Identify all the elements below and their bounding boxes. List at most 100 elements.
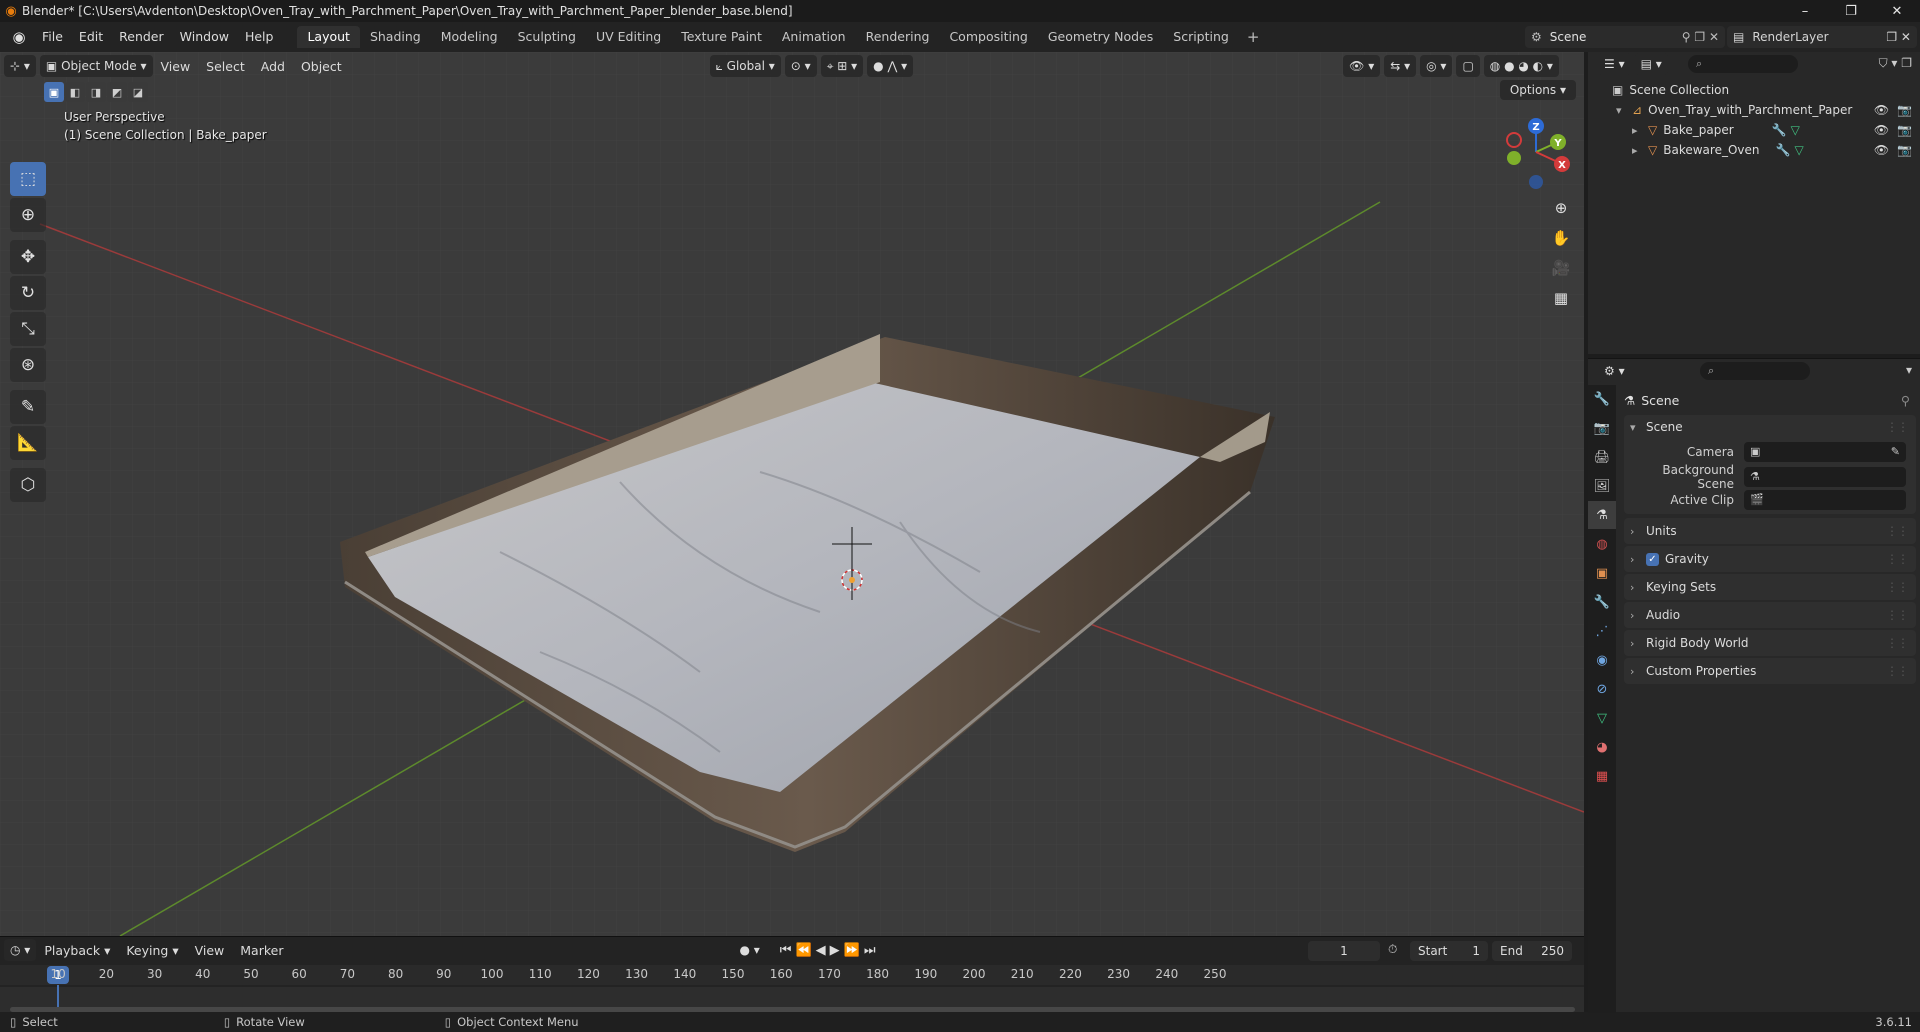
world-tab-icon[interactable]: ◍	[1588, 530, 1616, 558]
frame-ruler[interactable]: 1 10 20 30 40 50 60 70 80 90 100 110 120 130 140 150 16…	[0, 965, 1584, 985]
select-difference-button[interactable]: ◩	[107, 82, 127, 102]
pin-icon[interactable]: ⚲ ❐ ✕	[1682, 30, 1719, 44]
menu-help[interactable]: Help	[237, 22, 282, 52]
timeline-editor-type-button[interactable]: ◷ ▾	[4, 939, 37, 961]
outliner-search-input[interactable]: ⌕	[1688, 55, 1798, 73]
annotate-tool[interactable]: ✎	[10, 390, 46, 424]
menu-add[interactable]: Add	[253, 59, 293, 74]
3d-viewport[interactable]: ⊹ ▾ ▣ Object Mode ▾ View Select Add Obje…	[0, 52, 1584, 936]
scene-tab-icon[interactable]: ⚗	[1588, 501, 1616, 529]
select-intersect-button[interactable]: ◪	[128, 82, 148, 102]
menu-window[interactable]: Window	[172, 22, 237, 52]
drag-handle-icon[interactable]: ⋮⋮	[1886, 636, 1909, 650]
add-cube-tool[interactable]: ⬡	[10, 468, 46, 502]
blender-logo-icon[interactable]: ◉	[4, 22, 34, 52]
pan-hand-icon[interactable]: ✋	[1547, 224, 1575, 252]
measure-tool[interactable]: 📐	[10, 426, 46, 460]
start-frame-field[interactable]: Start 1	[1410, 941, 1488, 961]
drag-handle-icon[interactable]: ⋮⋮	[1886, 664, 1909, 678]
active-clip-field[interactable]: 🎬	[1744, 489, 1906, 510]
audio-panel[interactable]: › Audio ⋮⋮	[1624, 602, 1916, 628]
tab-sculpting[interactable]: Sculpting	[508, 26, 586, 48]
close-button[interactable]: ✕	[1874, 0, 1920, 22]
current-frame-field[interactable]: 1	[1308, 941, 1380, 961]
constraints-tab-icon[interactable]: ⊘	[1588, 675, 1616, 703]
xray-toggle[interactable]: ▢	[1456, 55, 1480, 77]
eyedropper-icon[interactable]: ✎	[1891, 445, 1900, 458]
outliner-object-row[interactable]: ▸ ▽ Bakeware_Oven 🔧 ▽ 👁 📷	[1588, 140, 1920, 160]
visibility-selector[interactable]: 👁 ▾	[1343, 55, 1381, 77]
outliner-object-row[interactable]: ▸ ▽ Bake_paper 🔧 ▽ 👁 📷	[1588, 120, 1920, 140]
drag-handle-icon[interactable]: ⋮⋮	[1886, 552, 1909, 566]
camera-view-icon[interactable]: 🎥	[1547, 254, 1575, 282]
display-mode-button[interactable]: ▤ ▾	[1634, 53, 1668, 75]
units-panel[interactable]: › Units ⋮⋮	[1624, 518, 1916, 544]
zoom-icon[interactable]: ⊕	[1547, 194, 1575, 222]
pin-icon[interactable]: ⚲	[1901, 393, 1910, 408]
options-button[interactable]: Options ▾	[1499, 80, 1576, 100]
rotate-tool[interactable]: ↻	[10, 276, 46, 310]
menu-file[interactable]: File	[34, 22, 71, 52]
outliner-scene-collection[interactable]: ▣ Scene Collection	[1588, 80, 1920, 100]
view-layer-tab-icon[interactable]: 🖼	[1588, 472, 1616, 500]
menu-playback[interactable]: Playback ▾	[36, 943, 118, 958]
gizmo-neg-y-axis[interactable]	[1507, 151, 1521, 165]
tab-uv-editing[interactable]: UV Editing	[586, 26, 671, 48]
layer-actions-icon[interactable]: ❐ ✕	[1886, 30, 1911, 44]
end-frame-field[interactable]: End 250	[1492, 941, 1572, 961]
transform-orientation-selector[interactable]: ⟀ Global ▾	[709, 55, 781, 77]
modifier-tab-icon[interactable]: 🔧	[1588, 588, 1616, 616]
editor-type-button[interactable]: ⊹ ▾	[4, 55, 36, 77]
menu-select[interactable]: Select	[198, 59, 253, 74]
properties-search-input[interactable]: ⌕	[1700, 362, 1810, 380]
rigid-body-world-panel[interactable]: › Rigid Body World ⋮⋮	[1624, 630, 1916, 656]
gravity-panel[interactable]: › ✓ Gravity ⋮⋮	[1624, 546, 1916, 572]
select-box-tool[interactable]: ⬚	[10, 162, 46, 196]
scene-selector[interactable]: ⚙ Scene ⚲ ❐ ✕	[1525, 26, 1725, 48]
menu-render[interactable]: Render	[111, 22, 172, 52]
mode-selector[interactable]: ▣ Object Mode ▾	[39, 55, 153, 77]
tab-modeling[interactable]: Modeling	[431, 26, 508, 48]
menu-object[interactable]: Object	[293, 59, 350, 74]
snap-toggle-button[interactable]: ⌖ ⊞ ▾	[820, 55, 864, 77]
properties-editor-type-button[interactable]: ⚙ ▾	[1598, 360, 1631, 382]
custom-properties-panel[interactable]: › Custom Properties ⋮⋮	[1624, 658, 1916, 684]
tab-rendering[interactable]: Rendering	[856, 26, 940, 48]
minimize-button[interactable]: –	[1782, 0, 1828, 22]
output-tab-icon[interactable]: 🖨	[1588, 443, 1616, 471]
transform-tool[interactable]: ⊛	[10, 348, 46, 382]
menu-marker[interactable]: Marker	[232, 943, 291, 958]
expand-chevron-icon[interactable]: ▸	[1632, 144, 1642, 157]
maximize-button[interactable]: ❐	[1828, 0, 1874, 22]
tab-scripting[interactable]: Scripting	[1163, 26, 1239, 48]
drag-handle-icon[interactable]: ⋮⋮	[1886, 580, 1909, 594]
menu-keying[interactable]: Keying ▾	[118, 943, 186, 958]
preview-range-icon[interactable]: ⏱	[1388, 942, 1397, 957]
add-workspace-button[interactable]: +	[1239, 28, 1268, 46]
shading-modes[interactable]: ◍ ● ◕ ◐ ▾	[1483, 55, 1559, 77]
collection-visibility[interactable]: 👁 📷	[1874, 103, 1912, 117]
tool-tab-icon[interactable]: 🔧	[1588, 385, 1616, 413]
timeline-track[interactable]	[0, 985, 1584, 1013]
gizmo-toggle[interactable]: ⇆ ▾	[1384, 55, 1417, 77]
object-visibility[interactable]: 👁 📷	[1874, 143, 1912, 157]
physics-tab-icon[interactable]: ◉	[1588, 646, 1616, 674]
particles-tab-icon[interactable]: ⋰	[1588, 617, 1616, 645]
keying-sets-panel[interactable]: › Keying Sets ⋮⋮	[1624, 574, 1916, 600]
collapse-chevron-icon[interactable]: ▾	[1616, 104, 1626, 117]
scale-tool[interactable]: ⤡	[10, 312, 46, 346]
proportional-editing-button[interactable]: ● ⋀ ▾	[867, 55, 914, 77]
background-scene-field[interactable]: ⚗	[1744, 466, 1906, 487]
select-subtract-button[interactable]: ◨	[86, 82, 106, 102]
pivot-point-button[interactable]: ⊙ ▾	[784, 55, 817, 77]
properties-options-icon[interactable]: ▾	[1906, 363, 1912, 377]
record-button[interactable]: ● ▾	[739, 943, 759, 957]
tab-animation[interactable]: Animation	[772, 26, 856, 48]
outliner-editor-type-button[interactable]: ☰ ▾	[1598, 53, 1631, 75]
tab-geometry-nodes[interactable]: Geometry Nodes	[1038, 26, 1163, 48]
cursor-tool[interactable]: ⊕	[10, 198, 46, 232]
filter-icon[interactable]: ⛉ ▾ ❐	[1879, 56, 1912, 71]
scene-panel-header[interactable]: ▾ Scene ⋮⋮	[1624, 415, 1916, 439]
tab-shading[interactable]: Shading	[360, 26, 431, 48]
gizmo-neg-x-axis[interactable]	[1506, 132, 1522, 148]
